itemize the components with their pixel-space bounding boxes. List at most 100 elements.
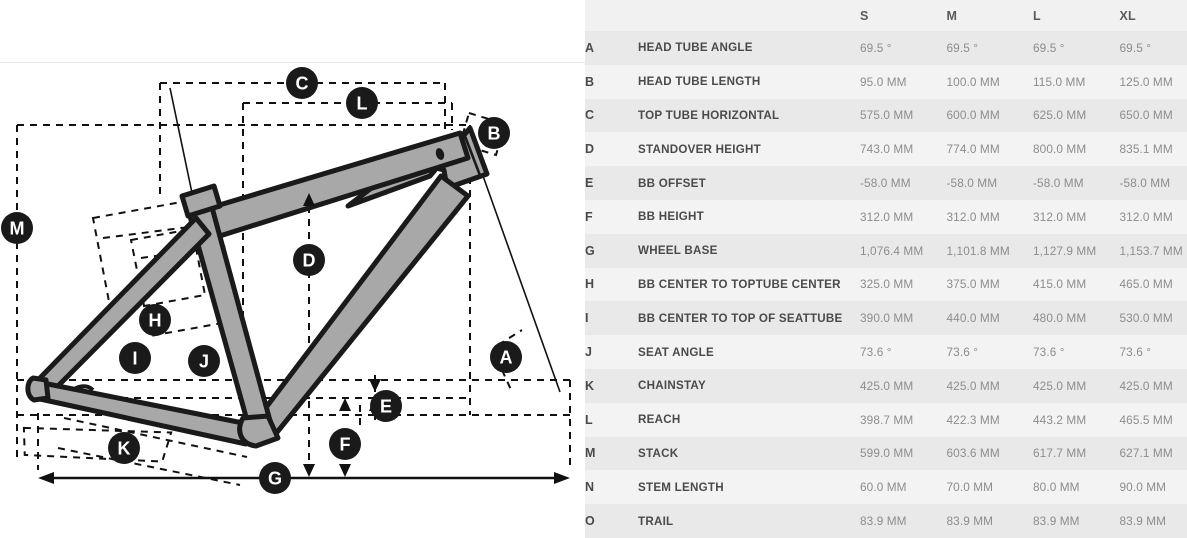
- row-letter: J: [585, 335, 638, 369]
- row-value-s: -58.0 MM: [860, 166, 947, 200]
- row-value-s: 425.0 MM: [860, 368, 947, 403]
- row-value-l: 312.0 MM: [1033, 199, 1120, 234]
- row-value-s: 1,076.4 MM: [860, 233, 947, 268]
- row-value-l: 69.5 °: [1033, 31, 1120, 65]
- row-value-xl: 69.5 °: [1119, 31, 1187, 65]
- table-row: D STANDOVER HEIGHT 743.0 MM 774.0 MM 800.0 M…: [585, 132, 1187, 167]
- marker-label: J: [199, 352, 209, 372]
- marker-label: M: [10, 219, 25, 239]
- row-label: TRAIL: [638, 504, 860, 538]
- row-letter: E: [585, 166, 638, 200]
- row-value-l: 480.0 MM: [1033, 301, 1120, 336]
- row-letter: K: [585, 368, 638, 403]
- row-label: REACH: [638, 402, 860, 437]
- header-label: [638, 0, 860, 31]
- marker-c: C: [286, 67, 318, 99]
- row-value-xl: 465.5 MM: [1119, 402, 1187, 437]
- row-value-m: 375.0 MM: [946, 267, 1033, 302]
- table-row: A HEAD TUBE ANGLE 69.5 ° 69.5 ° 69.5 ° 69.5 °: [585, 31, 1187, 65]
- row-value-s: 60.0 MM: [860, 470, 947, 505]
- row-value-s: 69.5 °: [860, 31, 947, 65]
- marker-d: D: [293, 244, 325, 276]
- table-row: H BB CENTER TO TOPTUBE CENTER 325.0 MM 375.…: [585, 267, 1187, 302]
- row-value-l: 617.7 MM: [1033, 436, 1120, 471]
- row-value-m: 422.3 MM: [946, 402, 1033, 437]
- row-value-m: 774.0 MM: [946, 132, 1033, 167]
- rear-dropout: [25, 375, 51, 403]
- marker-label: I: [132, 349, 137, 369]
- row-value-xl: 1,153.7 MM: [1119, 233, 1187, 268]
- table-row: M STACK 599.0 MM 603.6 MM 617.7 MM 627.1 MM: [585, 436, 1187, 471]
- marker-label: E: [380, 397, 392, 417]
- header-row: S M L XL: [585, 0, 1187, 31]
- row-letter: I: [585, 301, 638, 336]
- header-size-xl: XL: [1119, 0, 1187, 31]
- header-size-m: M: [946, 0, 1033, 31]
- row-value-s: 575.0 MM: [860, 98, 947, 133]
- row-letter: M: [585, 436, 638, 471]
- row-value-l: 625.0 MM: [1033, 98, 1120, 133]
- row-value-xl: -58.0 MM: [1119, 166, 1187, 200]
- row-label: STANDOVER HEIGHT: [638, 132, 860, 167]
- row-value-xl: 425.0 MM: [1119, 368, 1187, 403]
- row-value-s: 743.0 MM: [860, 132, 947, 167]
- marker-label: B: [488, 124, 501, 144]
- marker-k: K: [108, 432, 140, 464]
- row-value-s: 390.0 MM: [860, 301, 947, 336]
- table-body: A HEAD TUBE ANGLE 69.5 ° 69.5 ° 69.5 ° 69.5 °…: [585, 31, 1187, 538]
- row-value-s: 398.7 MM: [860, 402, 947, 437]
- row-value-s: 325.0 MM: [860, 267, 947, 302]
- row-letter: B: [585, 64, 638, 99]
- table-row: G WHEEL BASE 1,076.4 MM 1,101.8 MM 1,127.9 M…: [585, 233, 1187, 268]
- row-letter: D: [585, 132, 638, 167]
- row-value-m: 440.0 MM: [946, 301, 1033, 336]
- row-letter: H: [585, 267, 638, 302]
- row-label: STACK: [638, 436, 860, 471]
- row-letter: L: [585, 402, 638, 437]
- row-value-xl: 835.1 MM: [1119, 132, 1187, 167]
- row-value-xl: 627.1 MM: [1119, 436, 1187, 471]
- row-value-s: 73.6 °: [860, 335, 947, 369]
- row-value-l: 443.2 MM: [1033, 402, 1120, 437]
- bb-arrowheads: [339, 379, 381, 477]
- dim-k-line-b: [57, 447, 241, 486]
- row-letter: O: [585, 504, 638, 538]
- row-value-s: 83.9 MM: [860, 504, 947, 538]
- row-value-xl: 90.0 MM: [1119, 470, 1187, 505]
- dim-f-arrow-up: [339, 398, 351, 411]
- geometry-page: CLBMDHIJAEFKG S M L XL A HEAD TUBE ANGLE 6…: [0, 0, 1187, 538]
- table-row: N STEM LENGTH 60.0 MM 70.0 MM 80.0 MM 90.0 MM: [585, 470, 1187, 505]
- marker-label: G: [268, 469, 282, 489]
- table-header: S M L XL: [585, 0, 1187, 31]
- row-value-xl: 83.9 MM: [1119, 504, 1187, 538]
- marker-g: G: [259, 462, 291, 494]
- row-label: BB OFFSET: [638, 166, 860, 200]
- row-value-s: 312.0 MM: [860, 199, 947, 234]
- row-value-l: 80.0 MM: [1033, 470, 1120, 505]
- row-letter: A: [585, 31, 638, 65]
- marker-l: L: [346, 87, 378, 119]
- row-value-xl: 125.0 MM: [1119, 64, 1187, 99]
- row-value-l: 83.9 MM: [1033, 504, 1120, 538]
- marker-label: H: [149, 311, 162, 331]
- wheelbase-arrow: [38, 472, 570, 484]
- row-value-l: 1,127.9 MM: [1033, 233, 1120, 268]
- table-row: J SEAT ANGLE 73.6 ° 73.6 ° 73.6 ° 73.6 °: [585, 335, 1187, 369]
- row-label: TOP TUBE HORIZONTAL: [638, 98, 860, 133]
- row-value-m: 1,101.8 MM: [946, 233, 1033, 268]
- marker-e: E: [370, 390, 402, 422]
- dim-d-arrow-bottom: [303, 464, 315, 477]
- marker-f: F: [329, 428, 361, 460]
- row-value-l: -58.0 MM: [1033, 166, 1120, 200]
- marker-label: D: [303, 251, 316, 271]
- marker-label: C: [296, 74, 309, 94]
- row-value-m: 425.0 MM: [946, 368, 1033, 403]
- geometry-table-panel: S M L XL A HEAD TUBE ANGLE 69.5 ° 69.5 ° 69.…: [585, 0, 1187, 538]
- bottom-bracket: [237, 413, 281, 449]
- row-value-m: 600.0 MM: [946, 98, 1033, 133]
- table-row: O TRAIL 83.9 MM 83.9 MM 83.9 MM 83.9 MM: [585, 504, 1187, 538]
- table-row: E BB OFFSET -58.0 MM -58.0 MM -58.0 MM -58.0 …: [585, 166, 1187, 200]
- marker-i: I: [119, 342, 151, 374]
- row-value-xl: 312.0 MM: [1119, 199, 1187, 234]
- marker-label: A: [500, 348, 513, 368]
